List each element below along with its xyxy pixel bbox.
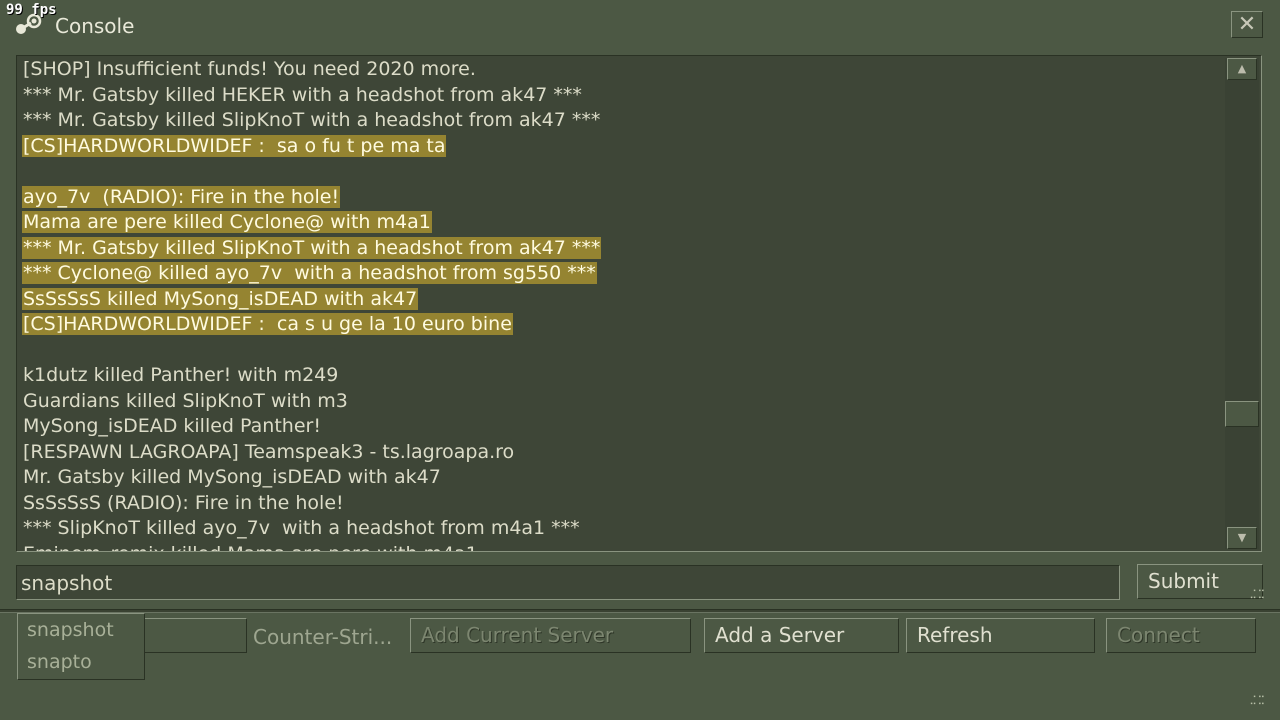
console-line-text: Eminem_remix killed Mama are pere with m…	[22, 543, 479, 552]
console-line-text: SsSsSsS killed MySong_isDEAD with ak47	[22, 287, 419, 310]
refresh-button[interactable]: Refresh	[906, 618, 1095, 653]
console-line-text: *** Cyclone@ killed ayo_7v with a headsh…	[22, 262, 597, 284]
console-line	[22, 159, 1221, 185]
command-input[interactable]	[16, 565, 1120, 600]
console-line-text: Guardians killed SlipKnoT with m3	[23, 389, 348, 412]
fps-counter: 99 fps	[6, 2, 57, 18]
console-line-text: [CS]HARDWORLDWIDEF : sa o fu t pe ma ta	[22, 134, 447, 157]
divider	[0, 609, 1280, 613]
connect-button[interactable]: Connect	[1106, 618, 1256, 653]
close-button[interactable]: ✕	[1231, 11, 1263, 38]
window-resize-grip-icon[interactable]: ⠠⠤ ⠤⠤	[1244, 691, 1266, 714]
add-current-server-button[interactable]: Add Current Server	[410, 618, 691, 653]
console-line-text: *** Mr. Gatsby killed HEKER with a heads…	[23, 83, 582, 106]
window-title: Console	[55, 14, 135, 38]
console-line-text: k1dutz killed Panther! with m249	[23, 364, 339, 386]
resize-grip-icon[interactable]: ⠠⠤ ⠤⠤	[1244, 585, 1266, 608]
console-line: *** SlipKnoT killed ayo_7v with a headsh…	[22, 516, 1221, 542]
console-line-text: *** Mr. Gatsby killed SlipKnoT with a he…	[23, 109, 601, 131]
console-line: Mr. Gatsby killed MySong_isDEAD with ak4…	[22, 465, 1221, 491]
console-line-text: Mr. Gatsby killed MySong_isDEAD with ak4…	[23, 466, 441, 488]
console-line-text: [CS]HARDWORLDWIDEF : ca s u ge la 10 eur…	[22, 313, 513, 335]
console-line	[22, 338, 1221, 364]
console-line: ayo_7v (RADIO): Fire in the hole!	[22, 185, 1221, 211]
console-line: *** Mr. Gatsby killed SlipKnoT with a he…	[22, 108, 1221, 134]
console-line-text: *** Mr. Gatsby killed SlipKnoT with a he…	[22, 236, 602, 259]
console-line-text: [RESPAWN LAGROAPA] Teamspeak3 - ts.lagro…	[23, 440, 515, 463]
console-line: [CS]HARDWORLDWIDEF : ca s u ge la 10 eur…	[22, 312, 1221, 338]
console-line: Mama are pere killed Cyclone@ with m4a1	[22, 210, 1221, 236]
console-line: k1dutz killed Panther! with m249	[22, 363, 1221, 389]
console-line: MySong_isDEAD killed Panther!	[22, 414, 1221, 440]
console-line: *** Cyclone@ killed ayo_7v with a headsh…	[22, 261, 1221, 287]
console-line-text	[22, 339, 24, 361]
console-line-text: Mama are pere killed Cyclone@ with m4a1	[22, 211, 432, 233]
console-line: SsSsSsS (RADIO): Fire in the hole!	[22, 491, 1221, 517]
console-line-text: SsSsSsS (RADIO): Fire in the hole!	[23, 491, 344, 514]
console-line: [SHOP] Insufficient funds! You need 2020…	[22, 57, 1221, 83]
console-line: Guardians killed SlipKnoT with m3	[22, 389, 1221, 415]
console-line: Eminem_remix killed Mama are pere with m…	[22, 542, 1221, 552]
scrollbar-thumb[interactable]	[1225, 401, 1259, 427]
console-line-text	[22, 160, 24, 182]
console-line-text: ayo_7v (RADIO): Fire in the hole!	[22, 185, 341, 208]
console-scrollbar[interactable]: ▲ ▼	[1225, 58, 1259, 549]
console-line: SsSsSsS killed MySong_isDEAD with ak47	[22, 287, 1221, 313]
scroll-up-icon[interactable]: ▲	[1227, 58, 1257, 80]
console-line-text: *** SlipKnoT killed ayo_7v with a headsh…	[23, 517, 580, 539]
autocomplete-item[interactable]: snapto	[18, 646, 144, 678]
scroll-down-icon[interactable]: ▼	[1227, 527, 1257, 549]
console-line: [CS]HARDWORLDWIDEF : sa o fu t pe ma ta	[22, 134, 1221, 160]
console-line: *** Mr. Gatsby killed HEKER with a heads…	[22, 83, 1221, 109]
console-log: [SHOP] Insufficient funds! You need 2020…	[22, 57, 1221, 551]
game-filter-label: Counter-Stri...	[253, 625, 393, 649]
console-output[interactable]: [SHOP] Insufficient funds! You need 2020…	[16, 55, 1262, 552]
autocomplete-dropdown[interactable]: snapshot snapto	[17, 613, 145, 680]
console-line: [RESPAWN LAGROAPA] Teamspeak3 - ts.lagro…	[22, 440, 1221, 466]
console-line-text: MySong_isDEAD killed Panther!	[23, 415, 321, 437]
console-line-text: [SHOP] Insufficient funds! You need 2020…	[23, 58, 476, 80]
console-line: *** Mr. Gatsby killed SlipKnoT with a he…	[22, 236, 1221, 262]
add-server-button[interactable]: Add a Server	[704, 618, 899, 653]
autocomplete-item[interactable]: snapshot	[18, 614, 144, 646]
